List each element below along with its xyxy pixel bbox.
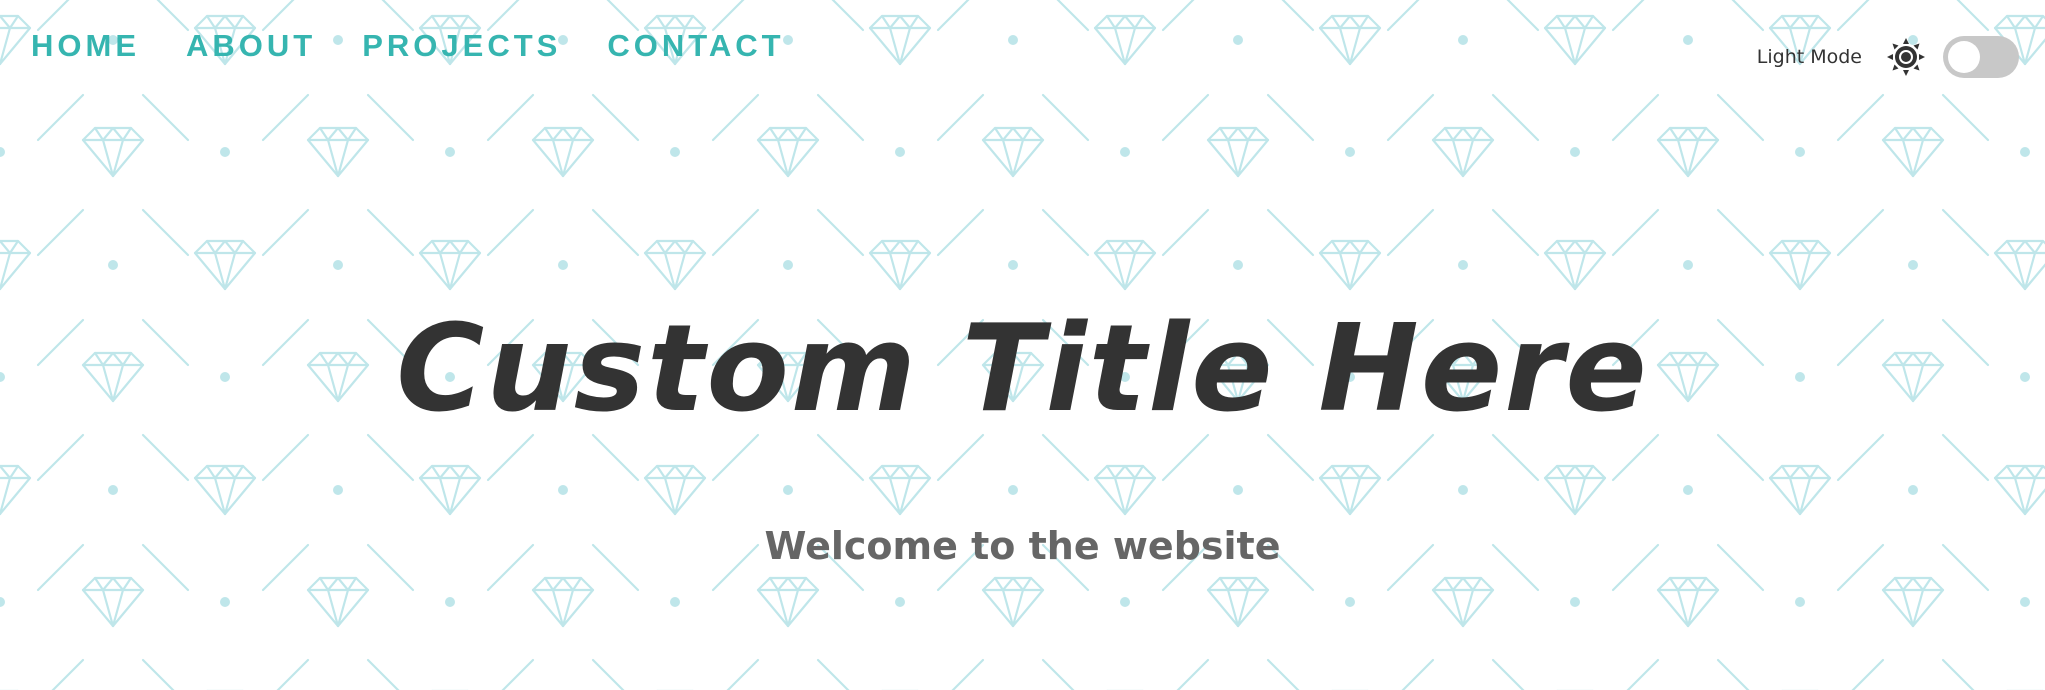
theme-mode-label: Light Mode <box>1756 46 1862 68</box>
theme-toggle-switch[interactable] <box>1943 36 2019 78</box>
nav-home-link[interactable]: HOME <box>31 26 140 66</box>
page: HOME ABOUT PROJECTS CONTACT Light Mode C… <box>0 0 2045 690</box>
main-nav: HOME ABOUT PROJECTS CONTACT <box>31 26 785 66</box>
nav-contact-link[interactable]: CONTACT <box>607 26 784 66</box>
hero-title: Custom Title Here <box>396 300 1649 439</box>
sun-icon <box>1887 38 1925 76</box>
theme-switcher: Light Mode <box>1757 36 2019 78</box>
nav-projects-link[interactable]: PROJECTS <box>362 26 561 66</box>
toggle-knob <box>1948 41 1980 73</box>
nav-about-link[interactable]: ABOUT <box>186 26 316 66</box>
hero-subtitle: Welcome to the website <box>764 524 1281 568</box>
